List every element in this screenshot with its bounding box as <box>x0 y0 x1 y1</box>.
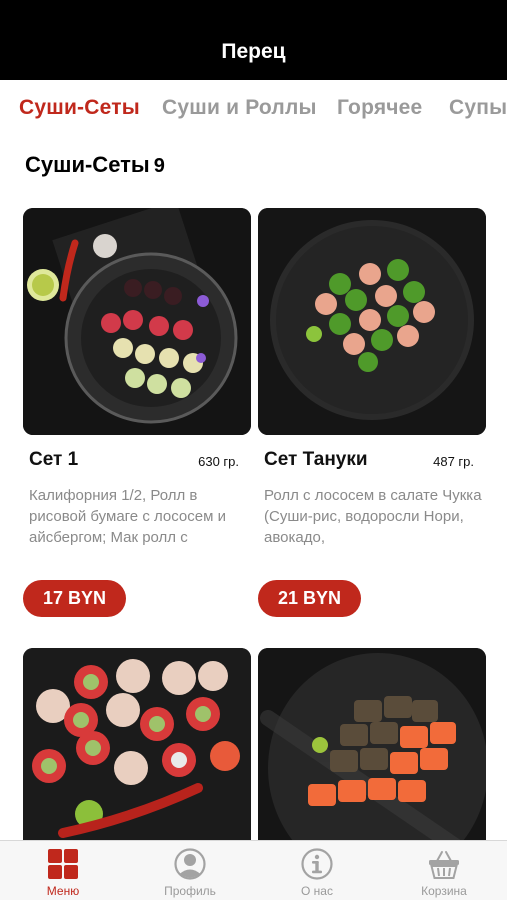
tab-sushi-rolls[interactable]: Суши и Роллы <box>162 96 317 120</box>
product-photo[interactable] <box>23 208 251 435</box>
price-button[interactable]: 17 BYN <box>23 580 127 617</box>
product-photo[interactable] <box>23 648 251 840</box>
nav-label: Меню <box>46 884 80 898</box>
menu-grid-icon <box>48 849 78 879</box>
product-weight: 630 гр. <box>198 454 239 469</box>
product-name: Сет Тануки <box>264 449 368 470</box>
product-description: Калифорния 1/2, Ролл в рисовой бумаге с … <box>29 487 226 546</box>
price-button[interactable]: 21 BYN <box>258 580 362 617</box>
tab-soups[interactable]: Супы <box>449 96 507 120</box>
top-bar: Перец <box>0 0 507 80</box>
product-name: Сет 1 <box>29 449 79 470</box>
tab-sushi-sets[interactable]: Суши-Сеты <box>19 96 140 120</box>
bottom-navigation: Меню Профиль О нас Корзина <box>0 840 507 900</box>
nav-item-menu[interactable]: Меню <box>0 841 126 900</box>
tab-hot[interactable]: Горячее <box>337 96 422 120</box>
product-photo[interactable] <box>258 648 486 840</box>
nav-label: Профиль <box>164 884 216 898</box>
section-count: 9 <box>153 155 165 177</box>
nav-item-basket[interactable]: Корзина <box>381 841 507 900</box>
product-weight: 487 гр. <box>433 454 474 469</box>
product-card[interactable]: Сет 1 630 гр. Калифорния 1/2, Ролл в рис… <box>23 208 251 618</box>
info-icon <box>301 848 333 880</box>
product-photo[interactable] <box>258 208 486 435</box>
nav-item-about[interactable]: О нас <box>254 841 380 900</box>
product-card[interactable] <box>23 648 251 840</box>
nav-item-profile[interactable]: Профиль <box>127 841 253 900</box>
profile-icon <box>174 848 206 880</box>
product-card[interactable]: Сет Тануки 487 гр. Ролл с лососем в сала… <box>258 208 486 618</box>
nav-label: О нас <box>301 884 333 898</box>
category-tabs[interactable]: Суши-Сеты Суши и Роллы Горячее Супы <box>0 80 507 136</box>
product-card[interactable] <box>258 648 486 840</box>
section-title-text: Суши-Сеты <box>25 152 150 177</box>
nav-label: Корзина <box>421 884 467 898</box>
basket-icon <box>429 851 459 879</box>
app-title: Перец <box>221 40 286 63</box>
section-title: Суши-Сеты 9 <box>25 152 165 178</box>
product-description: Ролл с лососем в салате Чукка (Суши-рис,… <box>264 487 482 546</box>
